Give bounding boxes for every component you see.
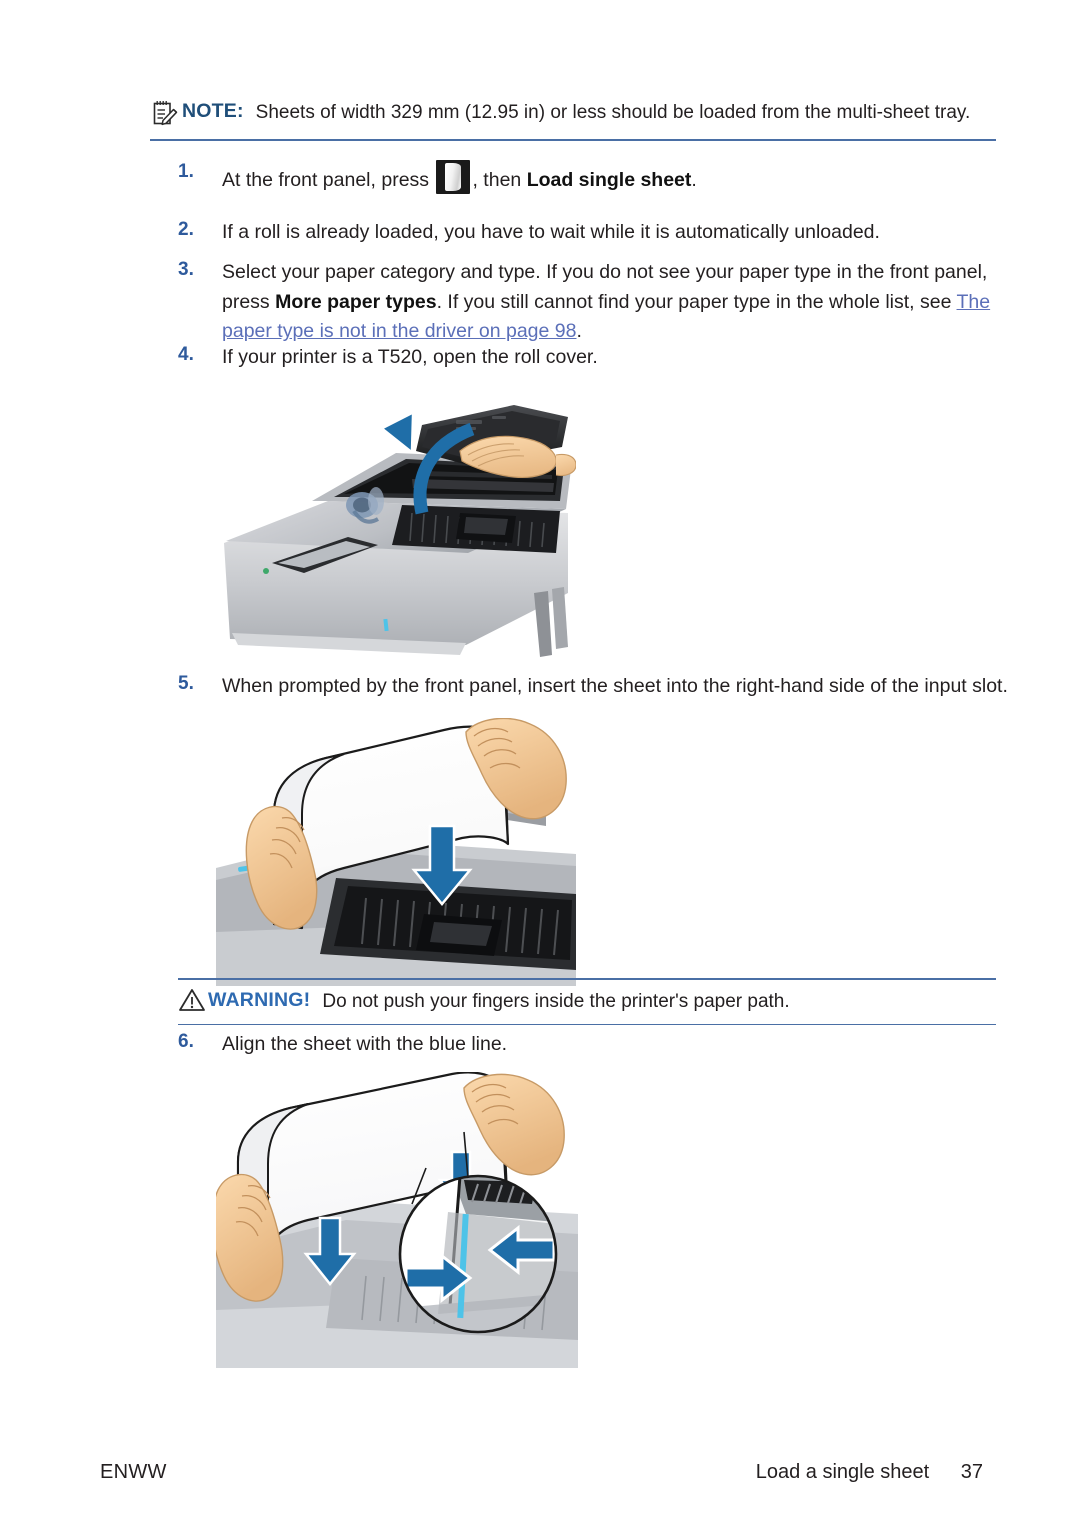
step-text-1: At the front panel, press , then Load si… (222, 160, 998, 196)
step-item-6: 6. Align the sheet with the blue line. (178, 1030, 1008, 1060)
document-page: NOTE: Sheets of width 329 mm (12.95 in) … (0, 0, 1080, 1527)
footer-locale-code: ENWW (100, 1461, 167, 1483)
footer-section-and-page: Load a single sheet 37 (756, 1461, 983, 1484)
warning-label: WARNING! (208, 988, 311, 1011)
step-number-2: 2. (178, 219, 194, 240)
paper-sheet-glyph (445, 163, 462, 191)
step3-part2: . If you still cannot find your paper ty… (436, 290, 957, 313)
step1-text-middle: , then (472, 169, 527, 191)
step-number-4: 4. (178, 344, 194, 365)
front-panel-paper-button-icon[interactable] (436, 160, 471, 194)
warning-divider-rule-top (178, 978, 996, 980)
step-number-6: 6. (178, 1031, 194, 1052)
step-item-3: 3. Select your paper category and type. … (178, 258, 1000, 347)
footer-page-number: 37 (960, 1461, 983, 1483)
step-number-3: 3. (178, 259, 194, 280)
footer-section-title: Load a single sheet (755, 1461, 930, 1483)
note-admonition: NOTE: Sheets of width 329 mm (12.95 in) … (150, 100, 996, 141)
step-text-3: Select your paper category and type. If … (222, 258, 1000, 347)
note-label: NOTE: (182, 100, 244, 122)
note-divider-rule (150, 139, 996, 141)
note-text: Sheets of width 329 mm (12.95 in) or les… (255, 102, 971, 123)
warning-divider-rule-bottom (178, 1023, 996, 1026)
step-item-2: 2. If a roll is already loaded, you have… (178, 218, 1008, 248)
page-footer: ENWW Load a single sheet 37 (0, 1461, 1080, 1491)
step-item-1: 1. At the front panel, press , then Load… (178, 160, 998, 196)
note-row: NOTE: Sheets of width 329 mm (12.95 in) … (150, 100, 996, 130)
step1-text-after: . (691, 169, 697, 191)
figure-align-sheet-blue-line (216, 1072, 578, 1368)
step-text-4: If your printer is a T520, open the roll… (222, 346, 598, 368)
step-item-5: 5. When prompted by the front panel, ins… (178, 672, 1018, 702)
step-text-6: Align the sheet with the blue line. (222, 1033, 508, 1055)
warning-admonition: WARNING! Do not push your fingers inside… (178, 978, 996, 1026)
warning-text: Do not push your fingers inside the prin… (322, 990, 790, 1012)
step-text-5: When prompted by the front panel, insert… (222, 675, 1008, 697)
step1-bold-command: Load single sheet (526, 169, 692, 191)
note-pad-pencil-icon (150, 98, 180, 128)
step-item-4: 4. If your printer is a T520, open the r… (178, 343, 1008, 373)
step1-text-before: At the front panel, press (222, 169, 430, 191)
step3-bold-command: More paper types (275, 290, 437, 313)
step-number-5: 5. (178, 673, 194, 694)
figure-insert-sheet (216, 718, 576, 986)
warning-triangle-icon (178, 987, 206, 1013)
step3-part3: . (576, 320, 582, 343)
step-number-1: 1. (178, 161, 194, 182)
warning-row: WARNING! Do not push your fingers inside… (178, 989, 996, 1015)
figure-open-roll-cover (216, 393, 576, 665)
step-text-2: If a roll is already loaded, you have to… (222, 221, 880, 243)
